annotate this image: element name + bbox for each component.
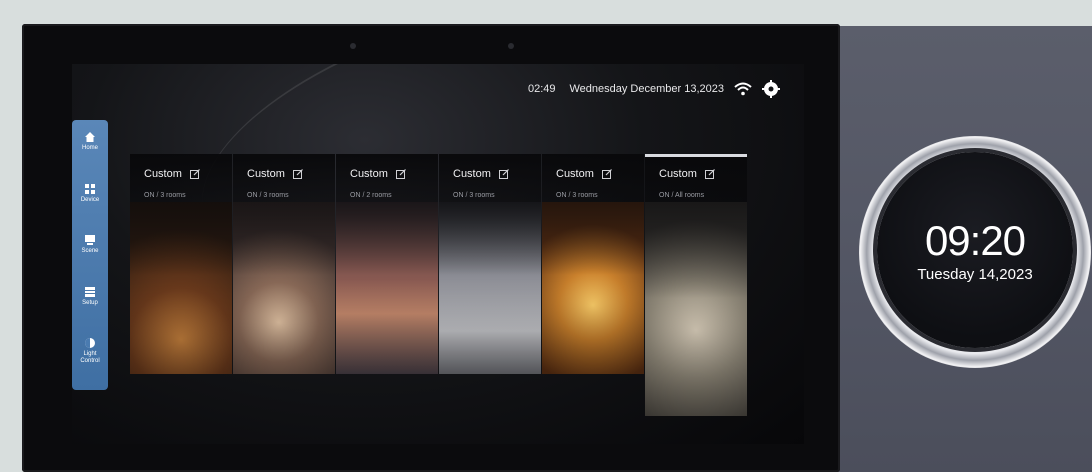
- home-icon: [85, 132, 95, 142]
- scene-card[interactable]: Custom ON / 3 rooms: [439, 154, 541, 374]
- wall-clock-time: 09:20: [924, 216, 1026, 264]
- scene-card-title: Custom: [144, 168, 182, 180]
- scene-cards: Custom ON / 3 rooms Custom ON / 3 rooms …: [130, 154, 748, 416]
- scene-card-status: ON / 3 rooms: [247, 192, 289, 199]
- settings-icon[interactable]: [762, 80, 780, 98]
- status-bar: 02:49 Wednesday December 13,2023: [528, 80, 780, 98]
- scene-card-title-row: Custom: [453, 168, 509, 180]
- scene-card[interactable]: Custom ON / 3 rooms: [542, 154, 644, 374]
- scene-card-title: Custom: [556, 168, 594, 180]
- sidebar-item-label: Light Control: [80, 351, 100, 365]
- sidebar-item-scene[interactable]: Scene: [72, 235, 108, 287]
- sidebar-item-setup[interactable]: Setup: [72, 286, 108, 339]
- scene-card-active[interactable]: Custom ON / All rooms: [645, 154, 747, 416]
- scene-card-status: ON / 2 rooms: [350, 192, 392, 199]
- scene-card[interactable]: Custom ON / 3 rooms: [130, 154, 232, 374]
- edit-icon[interactable]: [498, 169, 509, 179]
- edit-icon[interactable]: [292, 169, 303, 179]
- wall-clock-date: Tuesday 14,2023: [917, 265, 1033, 283]
- sidebar-item-device[interactable]: Device: [72, 183, 108, 236]
- status-date: Wednesday December 13,2023: [569, 83, 724, 95]
- sidebar-item-label: Device: [80, 196, 100, 203]
- card-shade: [130, 154, 232, 374]
- tablet-screen: 02:49 Wednesday December 13,2023 Home De…: [72, 64, 804, 444]
- edit-icon[interactable]: [601, 169, 612, 179]
- card-shade: [336, 154, 438, 374]
- edit-icon[interactable]: [189, 169, 200, 179]
- camera-dot: [350, 43, 356, 49]
- scene-card-status: ON / 3 rooms: [556, 192, 598, 199]
- card-shade: [439, 154, 541, 374]
- scene-card-title: Custom: [659, 168, 697, 180]
- scene-card-title: Custom: [350, 168, 388, 180]
- sidebar-item-home[interactable]: Home: [72, 132, 108, 184]
- camera-dot: [508, 43, 514, 49]
- scene-card-status: ON / 3 rooms: [144, 192, 186, 199]
- scene-card-title: Custom: [247, 168, 285, 180]
- edit-icon[interactable]: [704, 169, 715, 179]
- card-shade: [233, 154, 335, 374]
- device-icon: [85, 183, 95, 194]
- scene-icon: [85, 235, 95, 246]
- card-shade: [542, 154, 644, 374]
- scene-card-status: ON / 3 rooms: [453, 192, 495, 199]
- sidebar-item-light-control[interactable]: Light Control: [72, 338, 108, 390]
- sidebar-nav: Home Device Scene Setup Light Control: [72, 120, 108, 390]
- scene-card[interactable]: Custom ON / 2 rooms: [336, 154, 438, 374]
- sidebar-item-label: Scene: [81, 248, 99, 255]
- setup-icon: [85, 286, 95, 297]
- scene-card-status: ON / All rooms: [659, 192, 705, 199]
- sidebar-item-label: Home: [81, 145, 98, 151]
- wall-clock-display[interactable]: 09:20 Tuesday 14,2023: [877, 152, 1073, 348]
- scene-card-title-row: Custom: [144, 168, 200, 180]
- sidebar-item-label: Setup: [82, 299, 98, 306]
- scene-card-title-row: Custom: [556, 168, 612, 180]
- scene-card-title-row: Custom: [247, 168, 303, 180]
- light-control-icon: [85, 338, 95, 349]
- scene-card-title-row: Custom: [659, 168, 715, 180]
- tablet-device: 02:49 Wednesday December 13,2023 Home De…: [22, 24, 840, 472]
- edit-icon[interactable]: [395, 169, 406, 179]
- status-time: 02:49: [527, 83, 556, 95]
- wifi-icon: [734, 82, 752, 96]
- scene-card-title-row: Custom: [350, 168, 406, 180]
- scene-card[interactable]: Custom ON / 3 rooms: [233, 154, 335, 374]
- scene-card-title: Custom: [453, 168, 491, 180]
